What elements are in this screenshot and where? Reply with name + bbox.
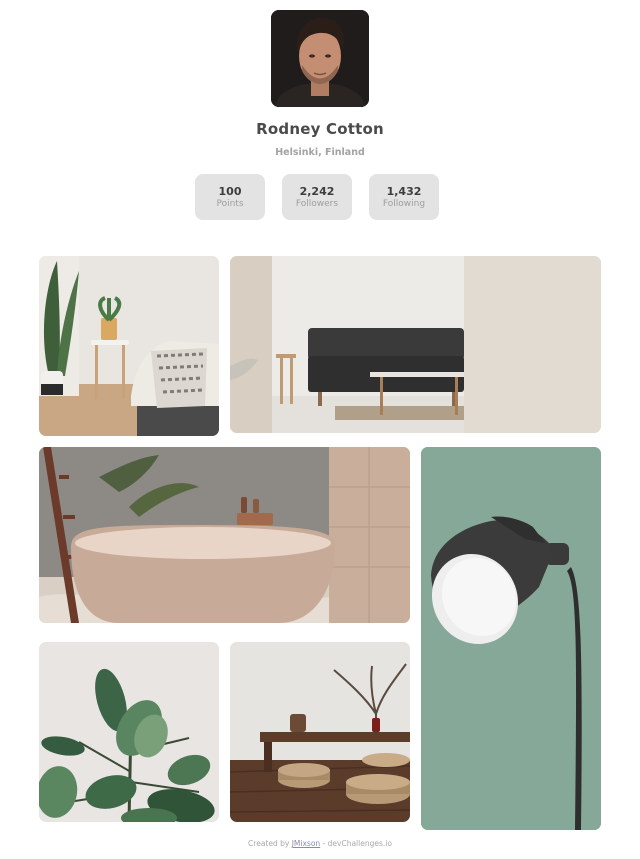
stat-label: Following — [382, 199, 426, 209]
stat-value: 1,432 — [386, 185, 422, 198]
stat-followers[interactable]: 2,242 Followers — [282, 174, 352, 220]
stat-value: 2,242 — [299, 185, 335, 198]
footer-prefix: Created by — [248, 839, 292, 848]
profile-avatar — [271, 10, 369, 107]
footer-credit: Created by JMixson - devChallenges.io — [0, 839, 640, 848]
gallery-image-floor-lamp[interactable] — [421, 447, 601, 830]
site-link[interactable]: devChallenges.io — [328, 839, 392, 848]
profile-location: Helsinki, Finland — [275, 147, 365, 158]
profile-name: Rodney Cotton — [256, 120, 384, 138]
gallery-image-bathtub[interactable] — [39, 447, 410, 623]
stat-label: Followers — [295, 199, 339, 209]
stat-label: Points — [216, 199, 244, 209]
gallery-image-living-room[interactable] — [230, 256, 601, 433]
author-link[interactable]: JMixson — [292, 839, 320, 848]
gallery-image-bedroom[interactable] — [39, 256, 219, 436]
gallery-image-plant[interactable] — [39, 642, 219, 822]
stat-points: 100 Points — [195, 174, 265, 220]
footer-separator: - — [320, 839, 328, 848]
gallery-image-table[interactable] — [230, 642, 410, 822]
stat-following[interactable]: 1,432 Following — [369, 174, 439, 220]
stat-value: 100 — [218, 185, 242, 198]
